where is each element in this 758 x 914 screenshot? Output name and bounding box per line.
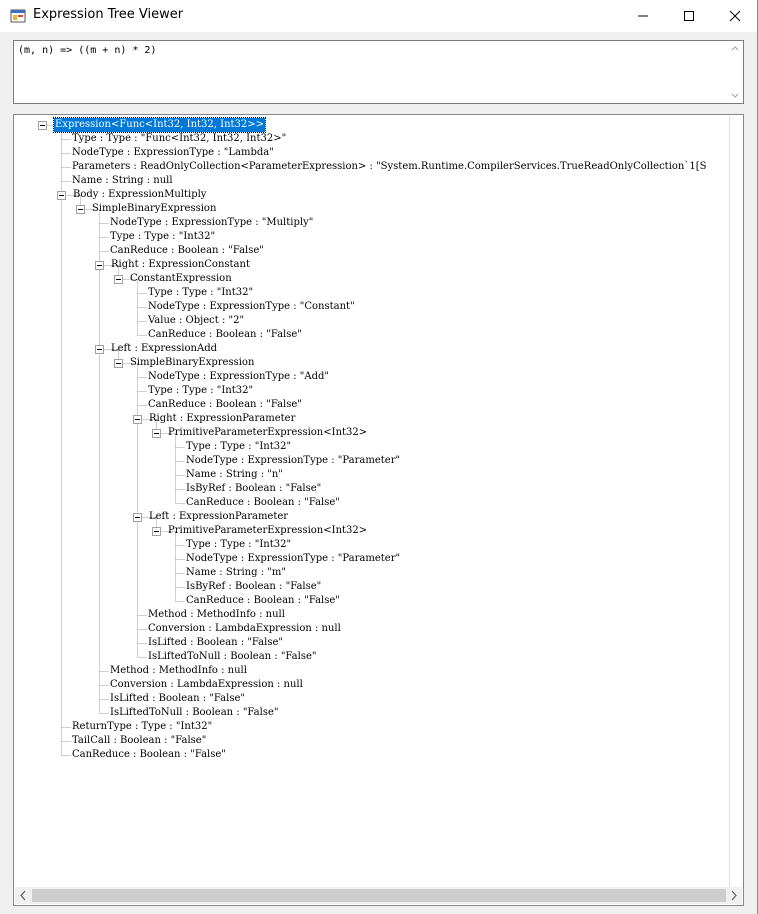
collapse-icon[interactable]	[114, 359, 123, 368]
app-icon	[10, 9, 26, 23]
expression-textbox[interactable]: (m, n) => ((m + n) * 2)	[13, 40, 744, 104]
minimize-button[interactable]	[620, 0, 666, 32]
tree-node[interactable]: Type : Type : "Int32"	[110, 230, 215, 244]
horizontal-scrollbar[interactable]	[15, 887, 742, 904]
scroll-left-icon[interactable]	[15, 887, 32, 904]
close-icon	[729, 10, 741, 22]
tree-node[interactable]: NodeType : ExpressionType : "Add"	[148, 370, 329, 384]
tree-node[interactable]: CanReduce : Boolean : "False"	[148, 328, 302, 342]
tree-node[interactable]: IsLifted : Boolean : "False"	[148, 636, 283, 650]
collapse-icon[interactable]	[38, 121, 47, 130]
collapse-icon[interactable]	[152, 527, 161, 536]
tree-node[interactable]: Conversion : LambdaExpression : null	[148, 622, 341, 636]
tree-node[interactable]: CanReduce : Boolean : "False"	[72, 748, 226, 762]
collapse-icon[interactable]	[114, 275, 123, 284]
expression-tree[interactable]: Expression<Func<Int32, Int32, Int32>> Typ…	[13, 114, 744, 906]
collapse-icon[interactable]	[95, 261, 104, 270]
tree-node[interactable]: Name : String : null	[72, 174, 173, 188]
tree-node[interactable]: Body : ExpressionMultiply	[73, 188, 206, 202]
scroll-up-icon	[731, 46, 739, 51]
collapse-icon[interactable]	[152, 429, 161, 438]
maximize-button[interactable]	[666, 0, 712, 32]
tree-node[interactable]: NodeType : ExpressionType : "Parameter"	[186, 552, 400, 566]
tree-node[interactable]: Left : ExpressionAdd	[111, 342, 217, 356]
collapse-icon[interactable]	[76, 205, 85, 214]
textbox-scrollbar[interactable]	[728, 42, 742, 102]
tree-node[interactable]: IsLiftedToNull : Boolean : "False"	[110, 706, 279, 720]
title-bar: Expression Tree Viewer	[0, 0, 758, 32]
tree-node[interactable]: Type : Type : "Int32"	[186, 538, 291, 552]
tree-node[interactable]: Conversion : LambdaExpression : null	[110, 678, 303, 692]
tree-node[interactable]: CanReduce : Boolean : "False"	[110, 244, 264, 258]
tree-node[interactable]: PrimitiveParameterExpression<Int32>	[168, 426, 367, 440]
collapse-icon[interactable]	[57, 191, 66, 200]
expression-text: (m, n) => ((m + n) * 2)	[18, 45, 157, 56]
tree-node[interactable]: NodeType : ExpressionType : "Lambda"	[72, 146, 274, 160]
tree-node[interactable]: Value : Object : "2"	[148, 314, 244, 328]
tree-node[interactable]: SimpleBinaryExpression	[130, 356, 254, 370]
tree-node[interactable]: IsByRef : Boolean : "False"	[186, 482, 321, 496]
tree-node[interactable]: CanReduce : Boolean : "False"	[148, 398, 302, 412]
tree-node[interactable]: IsByRef : Boolean : "False"	[186, 580, 321, 594]
tree-node[interactable]: IsLiftedToNull : Boolean : "False"	[148, 650, 317, 664]
collapse-icon[interactable]	[133, 415, 142, 424]
tree-node[interactable]: NodeType : ExpressionType : "Constant"	[148, 300, 355, 314]
tree-node[interactable]: Method : MethodInfo : null	[148, 608, 285, 622]
tree-node[interactable]: Type : Type : "Int32"	[148, 286, 253, 300]
collapse-icon[interactable]	[95, 345, 104, 354]
horizontal-scroll-thumb[interactable]	[32, 889, 726, 902]
tree-node[interactable]: Type : Type : "Int32"	[186, 440, 291, 454]
tree-node[interactable]: Expression<Func<Int32, Int32, Int32>>	[52, 117, 267, 133]
scroll-right-icon[interactable]	[725, 887, 742, 904]
tree-node[interactable]: Type : Type : "Int32"	[148, 384, 253, 398]
close-button[interactable]	[712, 0, 758, 32]
scroll-down-icon	[731, 93, 739, 98]
window-title: Expression Tree Viewer	[33, 7, 184, 22]
tree-node[interactable]: Right : ExpressionConstant	[111, 258, 250, 272]
tree-node[interactable]: Name : String : "n"	[186, 468, 283, 482]
minimize-icon	[638, 15, 648, 17]
tree-node[interactable]: Type : Type : "Func<Int32, Int32, Int32>…	[72, 132, 286, 146]
tree-node[interactable]: PrimitiveParameterExpression<Int32>	[168, 524, 367, 538]
tree-node[interactable]: ConstantExpression	[130, 272, 232, 286]
tree-node[interactable]: Right : ExpressionParameter	[149, 412, 295, 426]
maximize-icon	[684, 11, 694, 21]
tree-node[interactable]: Parameters : ReadOnlyCollection<Paramete…	[72, 160, 706, 174]
tree-node[interactable]: IsLifted : Boolean : "False"	[110, 692, 245, 706]
tree-node[interactable]: CanReduce : Boolean : "False"	[186, 594, 340, 608]
tree-node[interactable]: Name : String : "m"	[186, 566, 286, 580]
tree-node[interactable]: Method : MethodInfo : null	[110, 664, 247, 678]
tree-node[interactable]: ReturnType : Type : "Int32"	[72, 720, 212, 734]
tree-node[interactable]: NodeType : ExpressionType : "Multiply"	[110, 216, 313, 230]
collapse-icon[interactable]	[133, 513, 142, 522]
tree-node[interactable]: CanReduce : Boolean : "False"	[186, 496, 340, 510]
tree-node[interactable]: TailCall : Boolean : "False"	[72, 734, 206, 748]
vertical-scroll-area[interactable]	[729, 116, 743, 888]
tree-node[interactable]: Left : ExpressionParameter	[149, 510, 288, 524]
tree-node[interactable]: SimpleBinaryExpression	[92, 202, 216, 216]
tree-node[interactable]: NodeType : ExpressionType : "Parameter"	[186, 454, 400, 468]
